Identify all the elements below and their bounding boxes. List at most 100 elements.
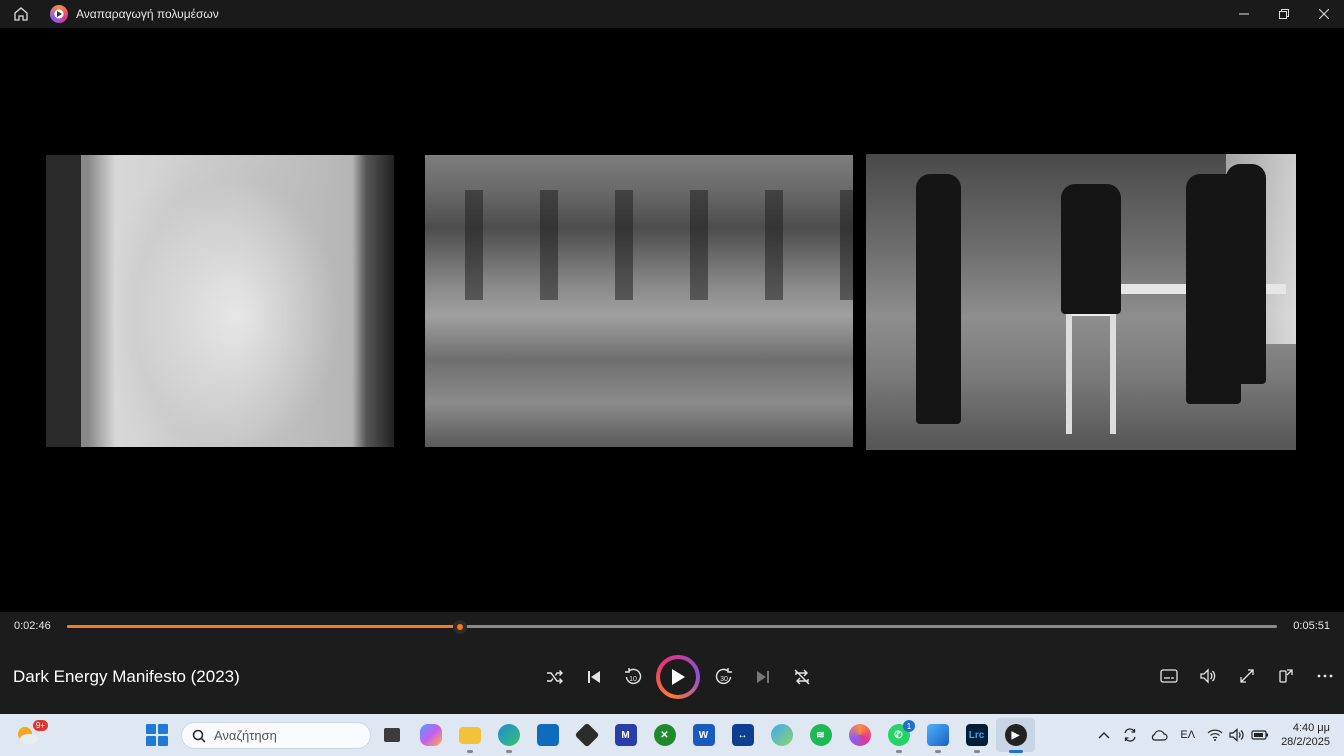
- taskbar-whatsapp[interactable]: ✆ 1: [879, 718, 918, 753]
- wifi-icon: [1207, 729, 1223, 741]
- taskbar-word[interactable]: W: [684, 718, 723, 752]
- volume-icon: [1199, 668, 1215, 684]
- video-surface[interactable]: [0, 28, 1344, 612]
- subtitles-icon: [1159, 669, 1178, 683]
- clock-date: 28/2/2025: [1281, 736, 1330, 748]
- home-icon: [14, 7, 28, 21]
- media-title: Dark Energy Manifesto (2023): [13, 667, 240, 686]
- person-figure: [1226, 164, 1266, 384]
- shuffle-icon: [546, 670, 563, 684]
- skip-forward-seconds: 30: [720, 676, 728, 683]
- weather-widget[interactable]: 9+: [14, 720, 48, 748]
- taskbar-task-view[interactable]: [372, 718, 411, 752]
- seek-bar[interactable]: [67, 620, 1277, 634]
- folder-icon: [458, 726, 481, 744]
- play-icon: [672, 669, 685, 685]
- volume-button[interactable]: [1188, 660, 1227, 692]
- search-icon: [192, 729, 206, 743]
- person-figure: [916, 174, 961, 424]
- taskbar-maps[interactable]: [762, 718, 801, 752]
- media-app-icon: [848, 724, 871, 746]
- whatsapp-badge: 1: [903, 720, 915, 732]
- playback-panel: 0:02:46 0:05:51 Dark Energy Manifesto (2…: [0, 612, 1344, 714]
- subtitles-button[interactable]: [1149, 660, 1188, 692]
- taskbar-media-player[interactable]: ▶: [996, 718, 1035, 753]
- edge-icon: [497, 724, 520, 746]
- home-button[interactable]: [0, 0, 42, 28]
- previous-icon: [587, 671, 600, 683]
- more-icon: [1317, 674, 1332, 678]
- next-icon: [756, 671, 769, 683]
- photos-icon: [926, 724, 949, 746]
- lightroom-icon: Lrc: [965, 724, 988, 746]
- cube-icon: [574, 722, 599, 748]
- language-indicator[interactable]: ΕΛ: [1174, 714, 1201, 756]
- person-figure: [1061, 184, 1121, 314]
- current-time: 0:02:46: [14, 620, 51, 632]
- search-placeholder: Αναζήτηση: [214, 728, 277, 743]
- word-icon: W: [692, 724, 715, 746]
- mini-player-button[interactable]: [1266, 660, 1305, 692]
- play-button[interactable]: [656, 655, 700, 699]
- taskbar-app-blue[interactable]: M: [606, 718, 645, 752]
- taskbar: 9+ Αναζήτηση M ✕ W ↔ ≋ ✆ 1 Lrc ▶ ΕΛ 4:40…: [0, 714, 1344, 756]
- network-volume-battery[interactable]: [1201, 714, 1275, 756]
- xbox-icon: ✕: [653, 724, 676, 746]
- close-button[interactable]: [1304, 0, 1344, 28]
- skip-back-button[interactable]: 10: [613, 659, 652, 695]
- system-tray: ΕΛ 4:40 μμ 28/2/2025: [1092, 714, 1344, 756]
- skip-back-seconds: 10: [629, 676, 637, 683]
- battery-icon: [1251, 730, 1269, 740]
- taskbar-edge[interactable]: [489, 718, 528, 753]
- speaker-icon: [1229, 728, 1244, 742]
- weather-badge: 9+: [32, 720, 48, 731]
- video-frame-right: [866, 154, 1296, 450]
- show-hidden-icons-button[interactable]: [1092, 714, 1116, 756]
- skip-back-10-icon: 10: [624, 668, 641, 685]
- spotify-icon: ≋: [809, 724, 832, 746]
- minimize-icon: [1239, 13, 1249, 15]
- previous-button[interactable]: [574, 659, 613, 695]
- total-time: 0:05:51: [1293, 620, 1330, 632]
- minimize-button[interactable]: [1224, 0, 1264, 28]
- title-bar: Αναπαραγωγή πολυμέσων: [0, 0, 1344, 28]
- taskbar-spotify[interactable]: ≋: [801, 718, 840, 752]
- fullscreen-button[interactable]: [1227, 660, 1266, 692]
- taskbar-copilot[interactable]: [411, 718, 450, 752]
- next-button[interactable]: [743, 659, 782, 695]
- sync-icon: [1124, 728, 1137, 742]
- clock[interactable]: 4:40 μμ 28/2/2025: [1275, 721, 1344, 749]
- taskbar-lightroom[interactable]: Lrc: [957, 718, 996, 753]
- seek-bar-thumb[interactable]: [453, 620, 468, 634]
- transport-controls: 10 30: [535, 655, 821, 699]
- chevron-up-icon: [1098, 732, 1110, 739]
- more-options-button[interactable]: [1305, 660, 1344, 692]
- video-frame-left: [46, 155, 394, 447]
- taskbar-app-media[interactable]: [840, 718, 879, 752]
- taskbar-photos[interactable]: [918, 718, 957, 753]
- restore-icon: [1279, 9, 1289, 19]
- taskbar-teamviewer[interactable]: ↔: [723, 718, 762, 752]
- taskbar-app-dark[interactable]: [567, 718, 606, 752]
- sync-tray-item[interactable]: [1116, 714, 1144, 756]
- clock-time: 4:40 μμ: [1292, 722, 1330, 734]
- maximize-button[interactable]: [1264, 0, 1304, 28]
- taskbar-file-explorer[interactable]: [450, 718, 489, 753]
- repeat-button[interactable]: [782, 659, 821, 695]
- taskbar-apps: M ✕ W ↔ ≋ ✆ 1 Lrc ▶: [372, 718, 1035, 753]
- skip-forward-30-icon: 30: [715, 668, 732, 685]
- taskbar-xbox[interactable]: ✕: [645, 718, 684, 752]
- task-view-icon: [383, 728, 400, 742]
- shuffle-button[interactable]: [535, 659, 574, 695]
- store-icon: [536, 724, 559, 746]
- media-player-icon: ▶: [1004, 724, 1027, 746]
- seek-bar-progress: [67, 625, 461, 628]
- maps-icon: [770, 724, 793, 746]
- taskbar-store[interactable]: [528, 718, 567, 752]
- search-box[interactable]: Αναζήτηση: [181, 722, 371, 749]
- media-player-app-icon: [50, 5, 68, 23]
- video-frame-center: [425, 155, 853, 447]
- onedrive-tray-item[interactable]: [1144, 714, 1174, 756]
- start-button[interactable]: [146, 724, 168, 746]
- skip-forward-button[interactable]: 30: [704, 659, 743, 695]
